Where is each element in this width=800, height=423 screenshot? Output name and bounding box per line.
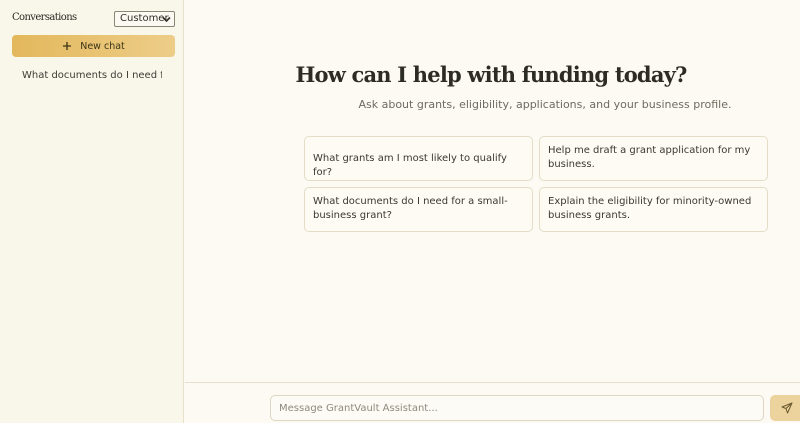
composer: [185, 382, 800, 423]
send-button[interactable]: [770, 395, 800, 421]
sidebar-header: Conversations Customer: [12, 11, 175, 27]
message-input[interactable]: [270, 395, 764, 421]
chat-main: How can I help with funding today? Ask a…: [185, 0, 800, 383]
sidebar-title: Conversations: [12, 12, 77, 23]
send-icon: [781, 402, 793, 414]
new-chat-label: New chat: [80, 40, 125, 52]
plus-icon: [63, 42, 72, 50]
suggestion-card[interactable]: What documents do I need for a small-bus…: [304, 187, 533, 232]
chevron-down-icon: [162, 16, 171, 23]
suggestion-card[interactable]: Explain the eligibility for minority-own…: [539, 187, 768, 232]
new-chat-button[interactable]: New chat: [12, 35, 175, 57]
welcome-title: How can I help with funding today?: [295, 62, 687, 87]
welcome-subtitle: Ask about grants, eligibility, applicati…: [358, 98, 732, 111]
suggestion-card[interactable]: What grants am I most likely to qualify …: [304, 136, 533, 181]
suggestion-card[interactable]: Help me draft a grant application for my…: [539, 136, 768, 181]
role-select[interactable]: Customer: [114, 11, 175, 27]
